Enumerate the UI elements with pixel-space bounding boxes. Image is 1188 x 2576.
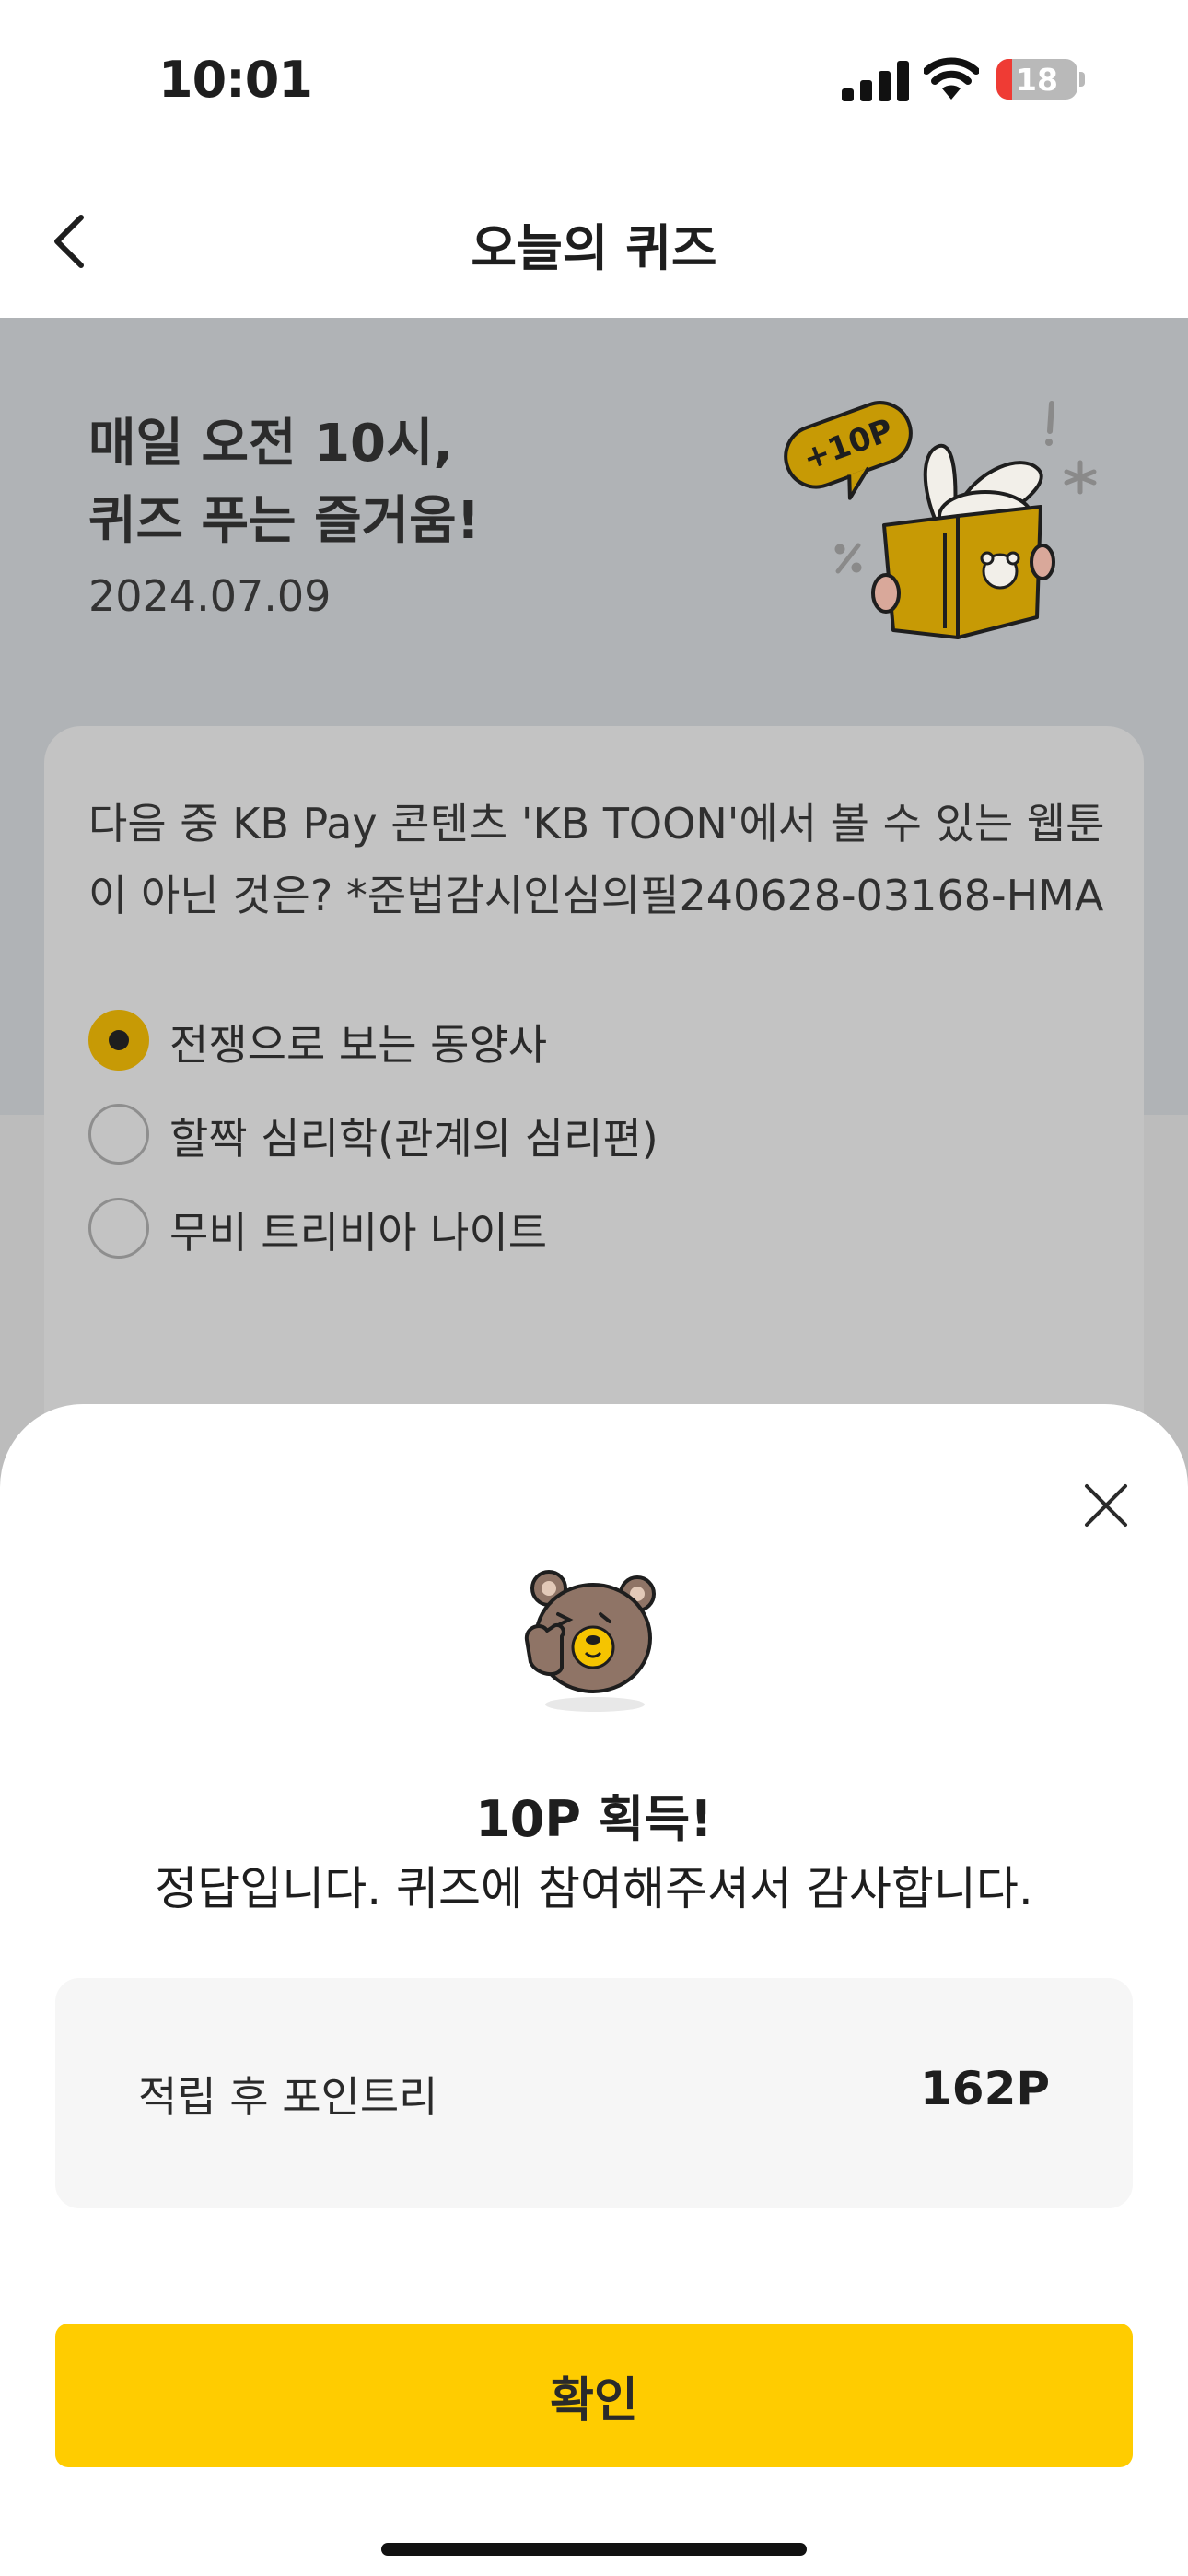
quiz-option-3[interactable]: 무비 트리비아 나이트	[88, 1194, 917, 1264]
status-time: 10:01	[158, 51, 313, 109]
close-icon[interactable]	[1079, 1479, 1133, 1532]
quiz-option-label: 할짝 심리학(관계의 심리편)	[169, 1114, 658, 1164]
confirm-button-label: 확인	[550, 2372, 638, 2429]
points-value: 162P	[919, 2062, 1050, 2115]
home-indicator[interactable]	[381, 2543, 807, 2556]
battery-icon: 18	[996, 59, 1077, 100]
reading-rabbit-illustration: +10P	[784, 401, 1097, 639]
battery-nub	[1079, 72, 1085, 87]
battery-level: 18	[1016, 62, 1058, 98]
points-label: 적립 후 포인트리	[138, 2072, 438, 2122]
radio-unselected-icon[interactable]	[88, 1198, 149, 1259]
quiz-option-1[interactable]: 전쟁으로 보는 동양사	[88, 1006, 917, 1076]
hero-date: 2024.07.09	[88, 571, 332, 621]
signal-icon	[842, 61, 909, 101]
radio-selected-icon[interactable]	[88, 1010, 149, 1071]
quiz-option-label: 전쟁으로 보는 동양사	[169, 1020, 548, 1070]
wifi-icon	[924, 57, 979, 100]
hero-title: 매일 오전 10시, 퀴즈 푸는 즐거움!	[88, 414, 481, 551]
quiz-option-2[interactable]: 할짝 심리학(관계의 심리편)	[88, 1100, 917, 1170]
radio-unselected-icon[interactable]	[88, 1104, 149, 1165]
quiz-question: 다음 중 KB Pay 콘텐츠 'KB TOON'에서 볼 수 있는 웹툰이 아…	[88, 799, 1105, 920]
confirm-button[interactable]: 확인	[55, 2324, 1133, 2467]
bear-thumbs-up-illustration	[524, 1570, 656, 1712]
page-title: 오늘의 퀴즈	[471, 219, 717, 277]
quiz-option-label: 무비 트리비아 나이트	[169, 1208, 548, 1258]
reward-subtitle: 정답입니다. 퀴즈에 참여해주셔서 감사합니다.	[155, 1862, 1033, 1915]
reward-title: 10P 획득!	[475, 1790, 713, 1848]
